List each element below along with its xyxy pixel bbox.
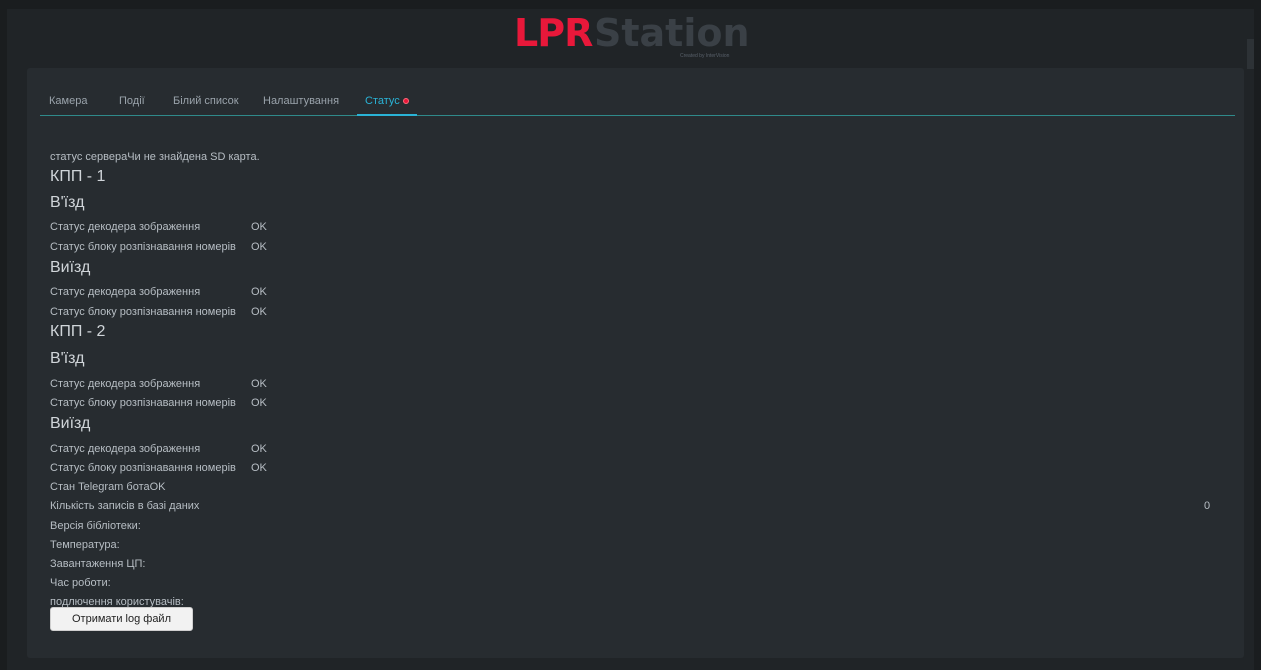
tab-label: Події	[119, 95, 145, 107]
tab-bar: Камера Події Білий список Налаштування С…	[40, 91, 1235, 116]
logo-lpr-text: LPR	[514, 11, 593, 55]
kpp2-exit-title: Виїзд	[50, 415, 91, 432]
kpp2-exit-decoder-label: Статус декодера зображення	[50, 443, 201, 455]
tab-label: Статус	[365, 95, 400, 107]
db-count-label: Кількість записів в базі даних	[50, 500, 200, 512]
kpp2-entry-title: В'їзд	[50, 350, 85, 367]
main-card: Камера Події Білий список Налаштування С…	[27, 68, 1244, 658]
kpp2-entry-lpr-value: OK	[251, 397, 267, 409]
kpp2-entry-decoder-value: OK	[251, 378, 267, 390]
tab-status[interactable]: Статус	[357, 91, 417, 116]
kpp2-exit-lpr-value: OK	[251, 462, 267, 474]
telegram-status-row: Стан Telegram ботаOK	[50, 481, 166, 493]
kpp1-title: КПП - 1	[50, 168, 106, 185]
kpp1-exit-lpr-value: OK	[251, 306, 267, 318]
tab-label: Білий список	[173, 95, 239, 107]
temperature-label: Температура:	[50, 539, 120, 551]
kpp1-entry-decoder-value: OK	[251, 221, 267, 233]
telegram-status-value: OK	[149, 481, 166, 493]
telegram-status-label: Стан Telegram бота	[50, 481, 150, 493]
status-alert-icon	[402, 98, 409, 104]
tab-camera[interactable]: Камера	[49, 91, 87, 115]
server-status-label: статус сервера	[50, 151, 128, 163]
kpp1-exit-lpr-label: Статус блоку розпізнавання номерів	[50, 306, 236, 318]
kpp1-entry-lpr-value: OK	[251, 241, 267, 253]
kpp1-entry-title: В'їзд	[50, 194, 85, 211]
uptime-label: Час роботи:	[50, 577, 111, 589]
kpp1-exit-title: Виїзд	[50, 259, 91, 276]
kpp1-entry-lpr-label: Статус блоку розпізнавання номерів	[50, 241, 236, 253]
kpp1-entry-decoder-label: Статус декодера зображення	[50, 221, 201, 233]
tab-events[interactable]: Події	[119, 91, 145, 115]
tab-whitelist[interactable]: Білий список	[173, 91, 239, 115]
logo-subtitle: Created by InterVision	[680, 53, 730, 59]
kpp1-exit-decoder-label: Статус декодера зображення	[50, 286, 201, 298]
server-status-row: статус сервераЧи не знайдена SD карта.	[50, 151, 260, 163]
header: LPR Station Created by InterVision	[7, 9, 1254, 67]
server-status-value: Чи не знайдена SD карта.	[127, 151, 260, 163]
library-version-label: Версія бібліотеки:	[50, 520, 141, 532]
logo-station-text: Station	[594, 11, 750, 55]
kpp2-exit-lpr-label: Статус блоку розпізнавання номерів	[50, 462, 236, 474]
kpp2-entry-decoder-label: Статус декодера зображення	[50, 378, 201, 390]
tab-settings[interactable]: Налаштування	[263, 91, 339, 115]
kpp2-title: КПП - 2	[50, 323, 106, 340]
logo: LPR Station Created by InterVision	[514, 11, 754, 59]
kpp1-exit-decoder-value: OK	[251, 286, 267, 298]
tab-label: Налаштування	[263, 95, 340, 107]
kpp2-entry-lpr-label: Статус блоку розпізнавання номерів	[50, 397, 236, 409]
scrollbar[interactable]	[1247, 39, 1254, 69]
kpp2-exit-decoder-value: OK	[251, 443, 267, 455]
db-count-value: 0	[1204, 500, 1211, 512]
cpu-load-label: Завантаження ЦП:	[50, 558, 146, 570]
app-frame: LPR Station Created by InterVision Камер…	[7, 9, 1254, 670]
tab-label: Камера	[49, 95, 88, 107]
get-log-file-button[interactable]: Отримати log файл	[50, 607, 193, 631]
